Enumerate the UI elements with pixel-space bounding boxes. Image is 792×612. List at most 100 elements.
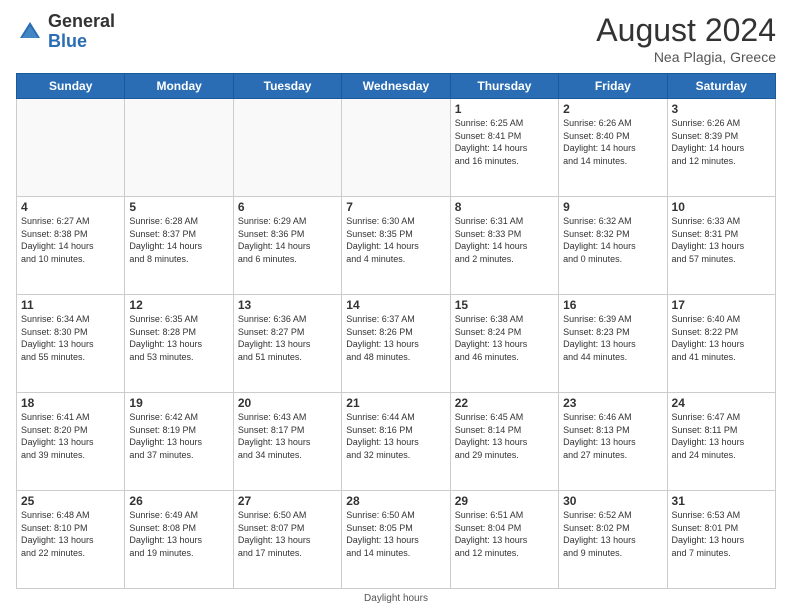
calendar-cell: 8Sunrise: 6:31 AM Sunset: 8:33 PM Daylig…: [450, 197, 558, 295]
calendar-cell: 19Sunrise: 6:42 AM Sunset: 8:19 PM Dayli…: [125, 393, 233, 491]
calendar-cell: 18Sunrise: 6:41 AM Sunset: 8:20 PM Dayli…: [17, 393, 125, 491]
day-number: 29: [455, 494, 554, 508]
day-info: Sunrise: 6:51 AM Sunset: 8:04 PM Dayligh…: [455, 509, 554, 559]
calendar-week-1: 1Sunrise: 6:25 AM Sunset: 8:41 PM Daylig…: [17, 99, 776, 197]
day-info: Sunrise: 6:35 AM Sunset: 8:28 PM Dayligh…: [129, 313, 228, 363]
day-info: Sunrise: 6:42 AM Sunset: 8:19 PM Dayligh…: [129, 411, 228, 461]
day-info: Sunrise: 6:36 AM Sunset: 8:27 PM Dayligh…: [238, 313, 337, 363]
calendar-cell: 26Sunrise: 6:49 AM Sunset: 8:08 PM Dayli…: [125, 491, 233, 589]
day-info: Sunrise: 6:40 AM Sunset: 8:22 PM Dayligh…: [672, 313, 771, 363]
calendar-week-3: 11Sunrise: 6:34 AM Sunset: 8:30 PM Dayli…: [17, 295, 776, 393]
weekday-header-friday: Friday: [559, 74, 667, 99]
day-number: 1: [455, 102, 554, 116]
day-number: 21: [346, 396, 445, 410]
day-number: 4: [21, 200, 120, 214]
day-info: Sunrise: 6:30 AM Sunset: 8:35 PM Dayligh…: [346, 215, 445, 265]
day-info: Sunrise: 6:47 AM Sunset: 8:11 PM Dayligh…: [672, 411, 771, 461]
day-number: 16: [563, 298, 662, 312]
day-number: 23: [563, 396, 662, 410]
day-info: Sunrise: 6:34 AM Sunset: 8:30 PM Dayligh…: [21, 313, 120, 363]
calendar-cell: 10Sunrise: 6:33 AM Sunset: 8:31 PM Dayli…: [667, 197, 775, 295]
day-info: Sunrise: 6:49 AM Sunset: 8:08 PM Dayligh…: [129, 509, 228, 559]
day-number: 5: [129, 200, 228, 214]
calendar-cell: 4Sunrise: 6:27 AM Sunset: 8:38 PM Daylig…: [17, 197, 125, 295]
calendar-cell: 21Sunrise: 6:44 AM Sunset: 8:16 PM Dayli…: [342, 393, 450, 491]
day-number: 7: [346, 200, 445, 214]
day-info: Sunrise: 6:29 AM Sunset: 8:36 PM Dayligh…: [238, 215, 337, 265]
calendar-cell: 1Sunrise: 6:25 AM Sunset: 8:41 PM Daylig…: [450, 99, 558, 197]
logo: General Blue: [16, 12, 115, 52]
calendar-cell: 2Sunrise: 6:26 AM Sunset: 8:40 PM Daylig…: [559, 99, 667, 197]
calendar-cell: 17Sunrise: 6:40 AM Sunset: 8:22 PM Dayli…: [667, 295, 775, 393]
weekday-header-thursday: Thursday: [450, 74, 558, 99]
calendar-cell: 9Sunrise: 6:32 AM Sunset: 8:32 PM Daylig…: [559, 197, 667, 295]
calendar-cell: 5Sunrise: 6:28 AM Sunset: 8:37 PM Daylig…: [125, 197, 233, 295]
location: Nea Plagia, Greece: [596, 49, 776, 65]
calendar-cell: 23Sunrise: 6:46 AM Sunset: 8:13 PM Dayli…: [559, 393, 667, 491]
calendar-cell: 7Sunrise: 6:30 AM Sunset: 8:35 PM Daylig…: [342, 197, 450, 295]
day-number: 17: [672, 298, 771, 312]
calendar-cell: [233, 99, 341, 197]
weekday-header-tuesday: Tuesday: [233, 74, 341, 99]
day-info: Sunrise: 6:50 AM Sunset: 8:07 PM Dayligh…: [238, 509, 337, 559]
logo-blue-text: Blue: [48, 31, 87, 51]
weekday-header-sunday: Sunday: [17, 74, 125, 99]
day-number: 26: [129, 494, 228, 508]
calendar-cell: 24Sunrise: 6:47 AM Sunset: 8:11 PM Dayli…: [667, 393, 775, 491]
day-info: Sunrise: 6:26 AM Sunset: 8:40 PM Dayligh…: [563, 117, 662, 167]
calendar-cell: 15Sunrise: 6:38 AM Sunset: 8:24 PM Dayli…: [450, 295, 558, 393]
calendar-cell: 22Sunrise: 6:45 AM Sunset: 8:14 PM Dayli…: [450, 393, 558, 491]
logo-icon: [16, 18, 44, 46]
calendar-cell: 11Sunrise: 6:34 AM Sunset: 8:30 PM Dayli…: [17, 295, 125, 393]
calendar-cell: [17, 99, 125, 197]
calendar-week-4: 18Sunrise: 6:41 AM Sunset: 8:20 PM Dayli…: [17, 393, 776, 491]
calendar-cell: 25Sunrise: 6:48 AM Sunset: 8:10 PM Dayli…: [17, 491, 125, 589]
day-number: 10: [672, 200, 771, 214]
weekday-header-saturday: Saturday: [667, 74, 775, 99]
day-number: 25: [21, 494, 120, 508]
day-number: 18: [21, 396, 120, 410]
day-number: 6: [238, 200, 337, 214]
day-info: Sunrise: 6:52 AM Sunset: 8:02 PM Dayligh…: [563, 509, 662, 559]
calendar-week-2: 4Sunrise: 6:27 AM Sunset: 8:38 PM Daylig…: [17, 197, 776, 295]
calendar-cell: 14Sunrise: 6:37 AM Sunset: 8:26 PM Dayli…: [342, 295, 450, 393]
page: General Blue August 2024 Nea Plagia, Gre…: [0, 0, 792, 612]
day-number: 3: [672, 102, 771, 116]
calendar-cell: 3Sunrise: 6:26 AM Sunset: 8:39 PM Daylig…: [667, 99, 775, 197]
calendar-table: SundayMondayTuesdayWednesdayThursdayFrid…: [16, 73, 776, 589]
day-number: 22: [455, 396, 554, 410]
day-info: Sunrise: 6:25 AM Sunset: 8:41 PM Dayligh…: [455, 117, 554, 167]
day-number: 31: [672, 494, 771, 508]
day-info: Sunrise: 6:38 AM Sunset: 8:24 PM Dayligh…: [455, 313, 554, 363]
day-info: Sunrise: 6:44 AM Sunset: 8:16 PM Dayligh…: [346, 411, 445, 461]
day-number: 20: [238, 396, 337, 410]
footer-note: Daylight hours: [16, 593, 776, 604]
day-info: Sunrise: 6:32 AM Sunset: 8:32 PM Dayligh…: [563, 215, 662, 265]
day-info: Sunrise: 6:37 AM Sunset: 8:26 PM Dayligh…: [346, 313, 445, 363]
day-info: Sunrise: 6:28 AM Sunset: 8:37 PM Dayligh…: [129, 215, 228, 265]
day-info: Sunrise: 6:39 AM Sunset: 8:23 PM Dayligh…: [563, 313, 662, 363]
calendar-cell: 16Sunrise: 6:39 AM Sunset: 8:23 PM Dayli…: [559, 295, 667, 393]
weekday-header-row: SundayMondayTuesdayWednesdayThursdayFrid…: [17, 74, 776, 99]
calendar-cell: [125, 99, 233, 197]
day-number: 15: [455, 298, 554, 312]
day-number: 28: [346, 494, 445, 508]
day-number: 13: [238, 298, 337, 312]
calendar-cell: [342, 99, 450, 197]
calendar-cell: 29Sunrise: 6:51 AM Sunset: 8:04 PM Dayli…: [450, 491, 558, 589]
day-number: 24: [672, 396, 771, 410]
day-info: Sunrise: 6:50 AM Sunset: 8:05 PM Dayligh…: [346, 509, 445, 559]
title-block: August 2024 Nea Plagia, Greece: [596, 12, 776, 65]
day-number: 2: [563, 102, 662, 116]
calendar-cell: 13Sunrise: 6:36 AM Sunset: 8:27 PM Dayli…: [233, 295, 341, 393]
day-info: Sunrise: 6:27 AM Sunset: 8:38 PM Dayligh…: [21, 215, 120, 265]
day-number: 27: [238, 494, 337, 508]
day-number: 8: [455, 200, 554, 214]
day-info: Sunrise: 6:46 AM Sunset: 8:13 PM Dayligh…: [563, 411, 662, 461]
day-number: 12: [129, 298, 228, 312]
header: General Blue August 2024 Nea Plagia, Gre…: [16, 12, 776, 65]
month-year: August 2024: [596, 12, 776, 49]
calendar-cell: 30Sunrise: 6:52 AM Sunset: 8:02 PM Dayli…: [559, 491, 667, 589]
day-number: 14: [346, 298, 445, 312]
day-number: 19: [129, 396, 228, 410]
